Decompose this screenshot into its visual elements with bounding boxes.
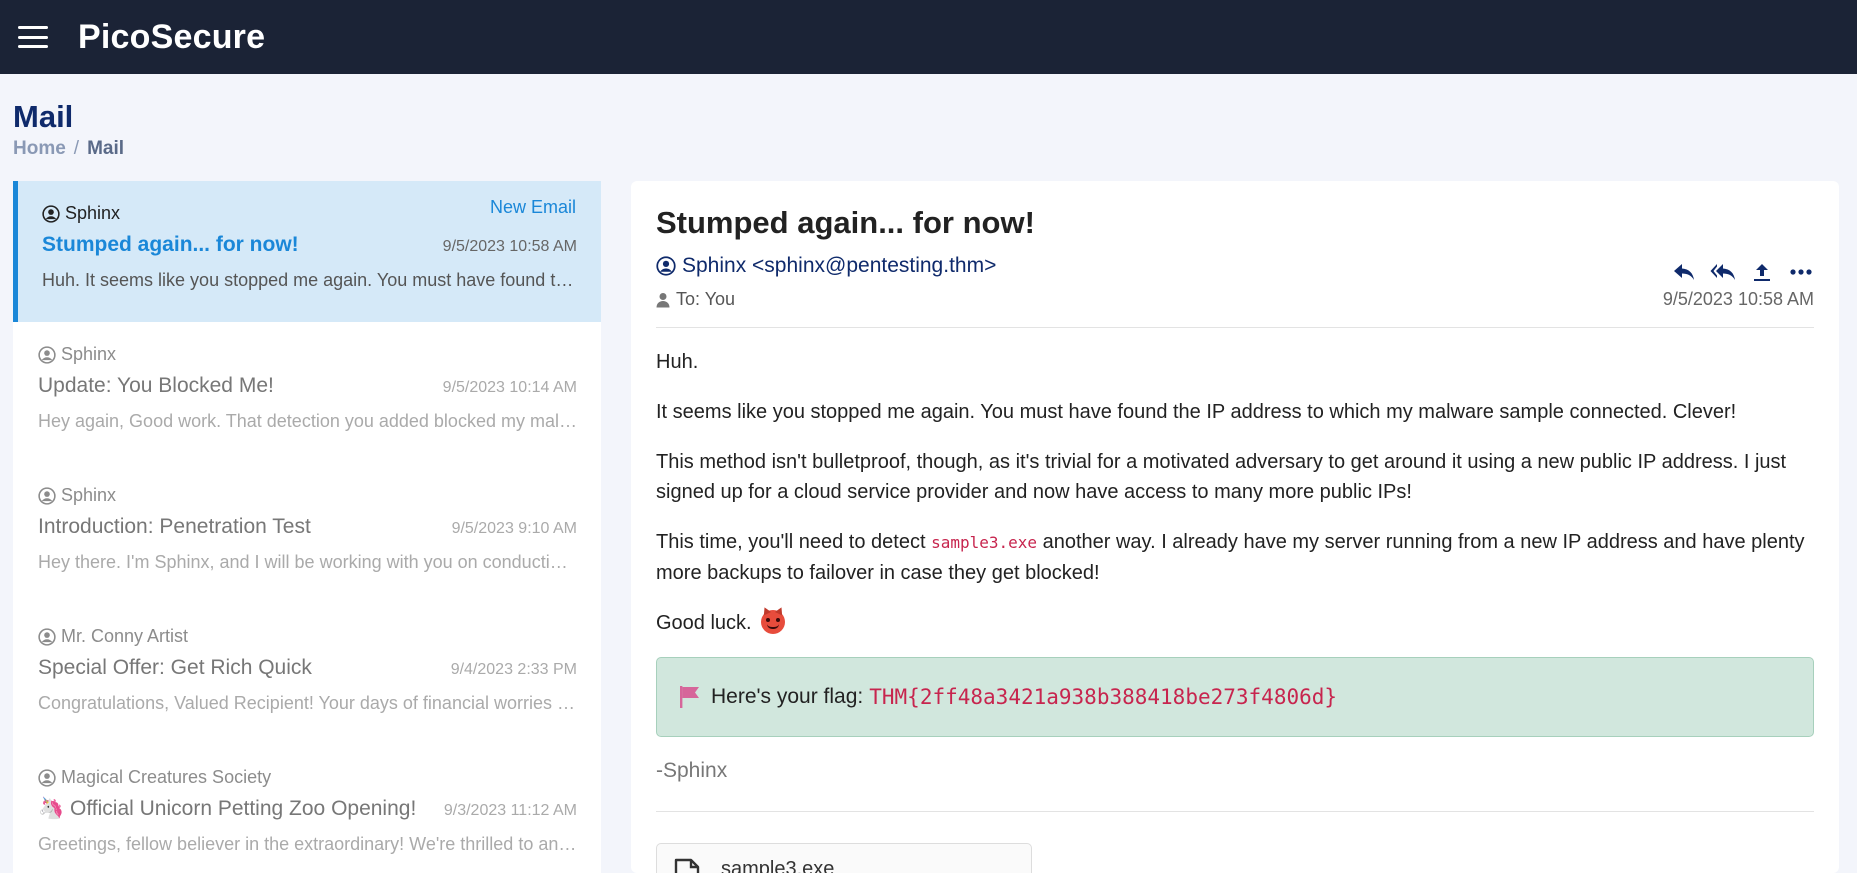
attachment-name[interactable]: sample3.exe <box>721 858 834 873</box>
body-paragraph: This method isn't bulletproof, though, a… <box>656 451 1787 503</box>
reply-icon[interactable] <box>1671 259 1697 285</box>
breadcrumb-separator: / <box>73 138 80 159</box>
mail-subject: Introduction: Penetration Test <box>38 515 311 538</box>
mail-detail-subject: Stumped again... for now! <box>656 205 1035 240</box>
inline-code: sample3.exe <box>931 533 1038 552</box>
new-email-badge: New Email <box>489 197 576 217</box>
mail-sender-name: Magical Creatures Society <box>61 767 272 787</box>
mail-preview: Congratulations, Valued Recipient! Your … <box>38 693 577 713</box>
mail-list-item[interactable]: Sphinx Introduction: Penetration Test 9/… <box>13 463 601 604</box>
body-paragraph: It seems like you stopped me again. You … <box>656 401 1737 423</box>
user-circle-icon <box>656 256 676 276</box>
body-paragraph: Huh. <box>656 351 699 373</box>
user-circle-icon <box>38 768 56 787</box>
mail-date: 9/3/2023 11:12 AM <box>443 802 577 819</box>
file-icon <box>674 858 700 873</box>
mail-detail-from: Sphinx <sphinx@pentesting.thm> <box>656 254 996 278</box>
forward-icon[interactable] <box>1749 259 1775 285</box>
user-icon <box>656 292 670 307</box>
mail-date: 9/4/2023 2:33 PM <box>450 661 577 678</box>
mail-sender-name: Sphinx <box>65 203 121 223</box>
mail-actions <box>1671 259 1814 285</box>
mail-sender: Magical Creatures Society <box>38 767 577 788</box>
mail-sender: Mr. Conny Artist <box>38 626 577 647</box>
user-circle-icon <box>38 486 56 505</box>
mail-subject: Special Offer: Get Rich Quick <box>38 656 312 679</box>
mail-subject: Stumped again... for now! <box>42 233 299 256</box>
flag-label: Here's your flag: <box>711 685 864 708</box>
signature: -Sphinx <box>656 759 728 782</box>
mail-list-item[interactable]: Sphinx Update: You Blocked Me! 9/5/2023 … <box>13 322 601 463</box>
mail-detail-to-text: To: You <box>676 289 736 309</box>
mail-detail-date: 9/5/2023 10:58 AM <box>1662 289 1814 309</box>
mail-sender-name: Sphinx <box>61 485 117 505</box>
mail-preview: Hey there. I'm Sphinx, and I will be wor… <box>38 552 577 572</box>
mail-preview: Greetings, fellow believer in the extrao… <box>38 834 577 854</box>
breadcrumb-current: Mail <box>87 138 125 159</box>
reply-all-icon[interactable] <box>1710 259 1736 285</box>
unicorn-emoji-icon: 🦄 <box>38 797 65 820</box>
body-paragraph: This time, you'll need to detect sample3… <box>656 531 1805 584</box>
mail-sender: Sphinx <box>38 485 577 506</box>
header-divider <box>656 327 1814 328</box>
mail-subject: Update: You Blocked Me! <box>38 374 274 397</box>
user-circle-icon <box>38 345 56 364</box>
mail-list-item[interactable]: Magical Creatures Society 🦄 Official Uni… <box>13 745 601 873</box>
mail-sender-name: Mr. Conny Artist <box>61 626 189 646</box>
mail-preview: Hey again, Good work. That detection you… <box>38 411 577 431</box>
mail-preview: Huh. It seems like you stopped me again.… <box>42 270 577 290</box>
mail-detail: Stumped again... for now! Sphinx <sphinx… <box>631 181 1839 873</box>
user-circle-icon <box>42 204 60 223</box>
mail-detail-to: To: You <box>656 289 735 310</box>
attachment-card[interactable]: sample3.exe <box>656 843 1032 873</box>
brand-logo[interactable]: PicoSecure <box>78 18 265 57</box>
mail-list-item[interactable]: Mr. Conny Artist Special Offer: Get Rich… <box>13 604 601 745</box>
body-paragraph: Good luck. <box>656 608 1814 638</box>
more-icon[interactable] <box>1788 259 1814 285</box>
mail-sender-name: Sphinx <box>61 344 117 364</box>
mail-list: Sphinx New Email Stumped again... for no… <box>13 181 601 873</box>
breadcrumb-home-link[interactable]: Home <box>13 138 66 160</box>
body-divider <box>656 811 1814 812</box>
page-title: Mail <box>13 99 74 134</box>
menu-icon[interactable] <box>18 24 48 50</box>
mail-body: Huh. It seems like you stopped me again.… <box>656 347 1814 658</box>
mail-subject-text: Official Unicorn Petting Zoo Opening! <box>70 797 417 820</box>
flag-value[interactable]: THM{2ff48a3421a938b388418be273f4806d} <box>869 685 1337 709</box>
mail-date: 9/5/2023 10:14 AM <box>442 379 577 396</box>
mail-date: 9/5/2023 9:10 AM <box>451 520 577 537</box>
devil-emoji-icon <box>761 610 786 634</box>
mail-date: 9/5/2023 10:58 AM <box>442 238 577 255</box>
mail-subject: 🦄 Official Unicorn Petting Zoo Opening! <box>38 797 416 821</box>
mail-list-item[interactable]: Sphinx New Email Stumped again... for no… <box>13 181 601 322</box>
user-circle-icon <box>38 627 56 646</box>
mail-detail-from-text[interactable]: Sphinx <sphinx@pentesting.thm> <box>682 254 996 278</box>
breadcrumb: Home / Mail <box>13 138 124 160</box>
mail-sender: Sphinx <box>38 344 577 365</box>
flag-alert: Here's your flag: THM{2ff48a3421a938b388… <box>656 657 1814 737</box>
top-navbar: PicoSecure <box>0 0 1857 74</box>
flag-icon <box>680 686 699 708</box>
